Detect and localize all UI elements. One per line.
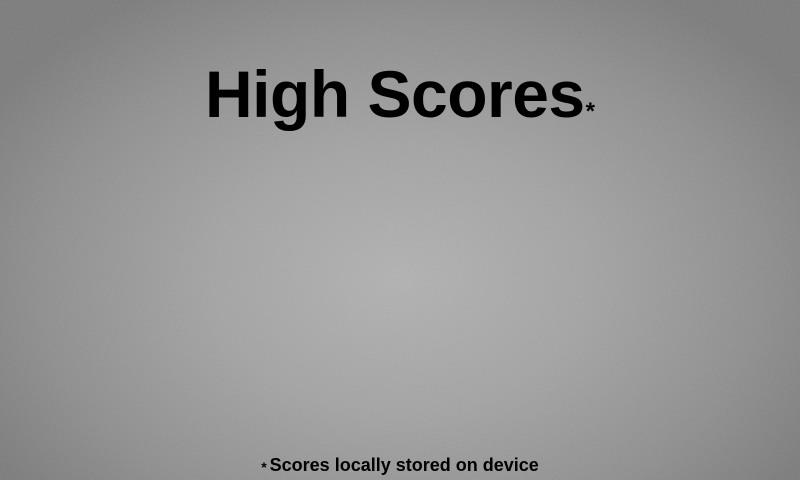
- footnote-text: Scores locally stored on device: [269, 455, 539, 475]
- page-header: High Scores*: [0, 54, 800, 134]
- storage-footnote: * Scores locally stored on device: [0, 454, 800, 478]
- page-title: High Scores: [205, 57, 585, 131]
- high-scores-list: [200, 150, 600, 430]
- title-footnote-marker: *: [585, 98, 595, 125]
- footnote-marker: *: [261, 459, 267, 475]
